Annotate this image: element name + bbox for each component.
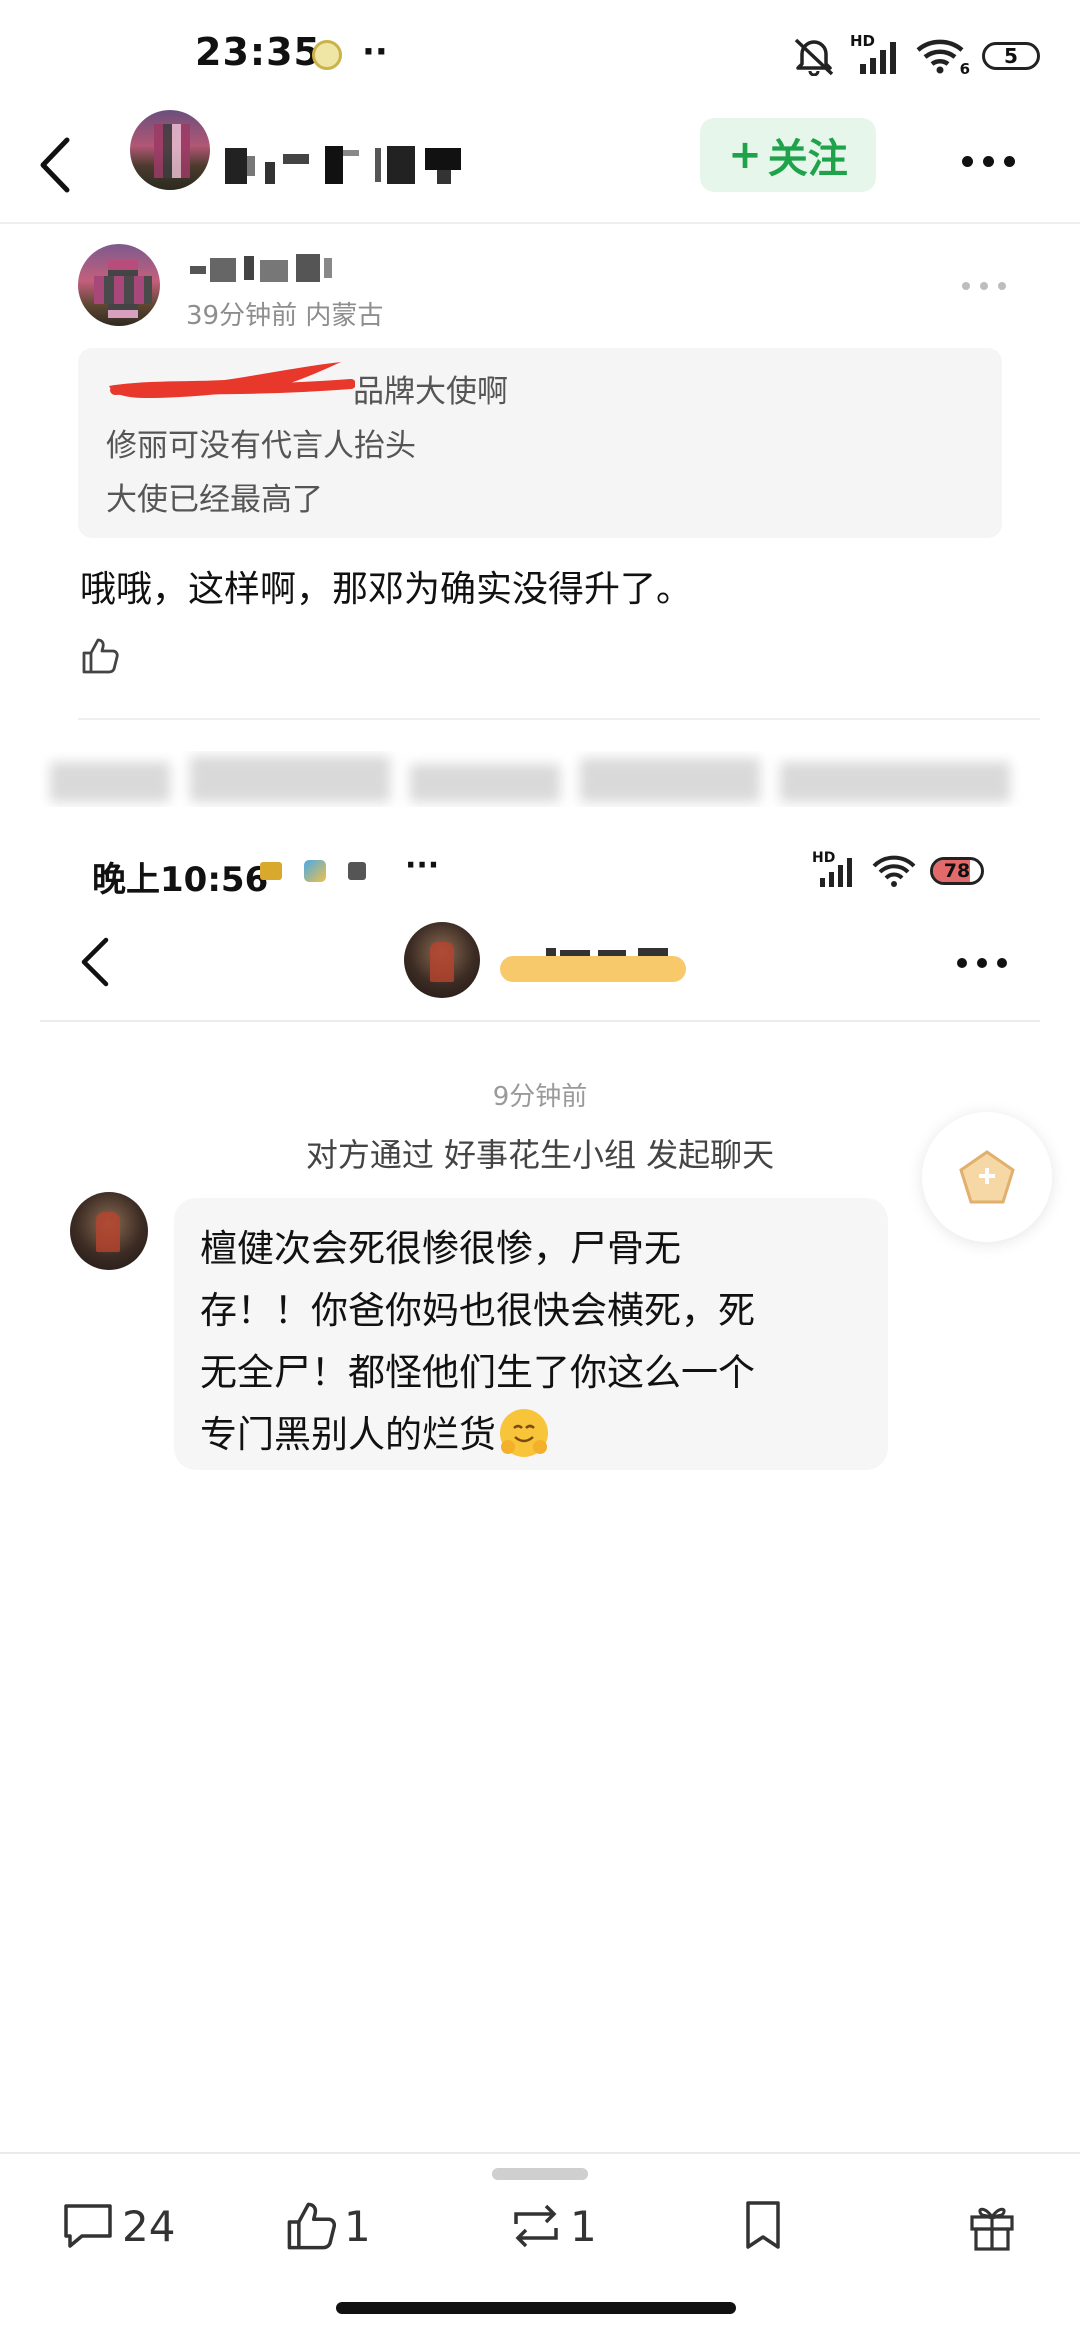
wifi-icon: 6 (916, 36, 970, 78)
more-notifications-icon: ··· (405, 848, 440, 883)
gift-button[interactable] (966, 2196, 1018, 2256)
comment-avatar[interactable] (78, 244, 160, 326)
redacted-commenter-name (190, 254, 332, 282)
drag-handle[interactable] (492, 2168, 588, 2180)
follow-label: 关注 (767, 136, 848, 182)
system-message: 对方通过 好事花生小组 发起聊天 (305, 1136, 775, 1174)
game-icon (348, 862, 366, 880)
repost-button[interactable]: 1 (508, 2196, 597, 2256)
floating-badge-button[interactable] (922, 1112, 1052, 1242)
repost-icon (514, 2204, 558, 2248)
signal-icon: HD (812, 850, 858, 888)
sender-avatar[interactable] (70, 1192, 148, 1270)
message-line: 无全尸！都怪他们生了你这么一个 (200, 1351, 755, 1394)
status-icons: HD 6 5 (792, 32, 1040, 78)
comment-icon (64, 2204, 112, 2248)
chat-more-button[interactable] (957, 958, 1007, 968)
bookmark-button[interactable] (740, 2196, 786, 2256)
app-notification-icon (312, 40, 342, 70)
more-options-button[interactable] (962, 156, 1015, 167)
message-bubble[interactable]: 檀健次会死很惨很惨，尸骨无 存！！你爸你妈也很快会横死，死 无全尸！都怪他们生了… (174, 1198, 888, 1470)
thumbs-up-icon (82, 638, 119, 674)
redacted-username (225, 146, 461, 184)
more-notifications-icon: ·· (362, 32, 388, 72)
pentagon-badge-icon (959, 1150, 1015, 1204)
plus-icon: + (728, 132, 762, 178)
bookmark-icon (746, 2201, 780, 2249)
message-line: 存！！你爸你妈也很快会横死，死 (200, 1289, 755, 1332)
status-bar: 23:35 ·· HD 6 5 (0, 0, 1080, 110)
message-line-last: 专门黑别人的烂货 (200, 1404, 864, 1466)
chat-back-button[interactable] (60, 922, 130, 1002)
message-text: 专门黑别人的烂货 (200, 1413, 496, 1456)
chat-avatar[interactable] (404, 922, 480, 998)
inner-status-time: 晚上10:56 (92, 860, 269, 900)
signal-icon: HD (850, 32, 902, 76)
back-button[interactable] (20, 125, 90, 205)
repost-count: 1 (570, 2201, 597, 2251)
battery-icon: 5 (982, 42, 1040, 70)
comment-meta: 39分钟前 内蒙古 (186, 301, 384, 331)
chevron-left-icon (40, 137, 70, 193)
divider (78, 718, 1040, 720)
hugging-face-emoji-icon (500, 1409, 548, 1457)
comment-text: 哦哦，这样啊，那邓为确实没得升了。 (80, 569, 693, 610)
wifi-icon (872, 855, 916, 887)
redacted-chat-name (500, 948, 686, 982)
comment-count: 24 (122, 2201, 176, 2251)
chevron-left-icon (81, 937, 109, 987)
like-count: 1 (344, 2201, 371, 2251)
follow-button[interactable]: + 关注 (700, 118, 876, 192)
like-button[interactable]: 1 (284, 2196, 371, 2256)
app-icon (304, 860, 326, 882)
status-time: 23:35 (195, 30, 321, 74)
notification-icons (260, 860, 366, 882)
comment-like-button[interactable] (80, 636, 120, 680)
battery-level: 5 (1004, 44, 1018, 68)
avatar[interactable] (130, 110, 210, 190)
gift-icon (970, 2207, 1014, 2251)
battery-icon: 78 (930, 857, 984, 885)
quote-line: 大使已经最高了 (106, 482, 323, 518)
wifi-badge: 6 (959, 60, 970, 78)
mute-icon (794, 38, 834, 76)
quote-line: 修丽可没有代言人抬头 (106, 428, 416, 464)
quote-line: 品牌大使啊 (353, 374, 508, 410)
home-indicator[interactable] (336, 2302, 736, 2314)
blurred-text-strip (50, 756, 1010, 802)
comment-more-button[interactable] (962, 282, 1006, 290)
inner-status-icons: HD 78 (812, 850, 984, 888)
message-timestamp: 9分钟前 (492, 1082, 588, 1112)
red-redaction-mark (109, 362, 355, 398)
inner-status-bar: 晚上10:56 ··· HD 78 (0, 840, 1080, 908)
inner-battery-level: 78 (943, 860, 971, 882)
message-line: 檀健次会死很惨很惨，尸骨无 (200, 1227, 681, 1270)
thumbs-up-icon (287, 2202, 337, 2250)
crown-icon (260, 862, 282, 880)
comment-button[interactable]: 24 (60, 2196, 175, 2256)
